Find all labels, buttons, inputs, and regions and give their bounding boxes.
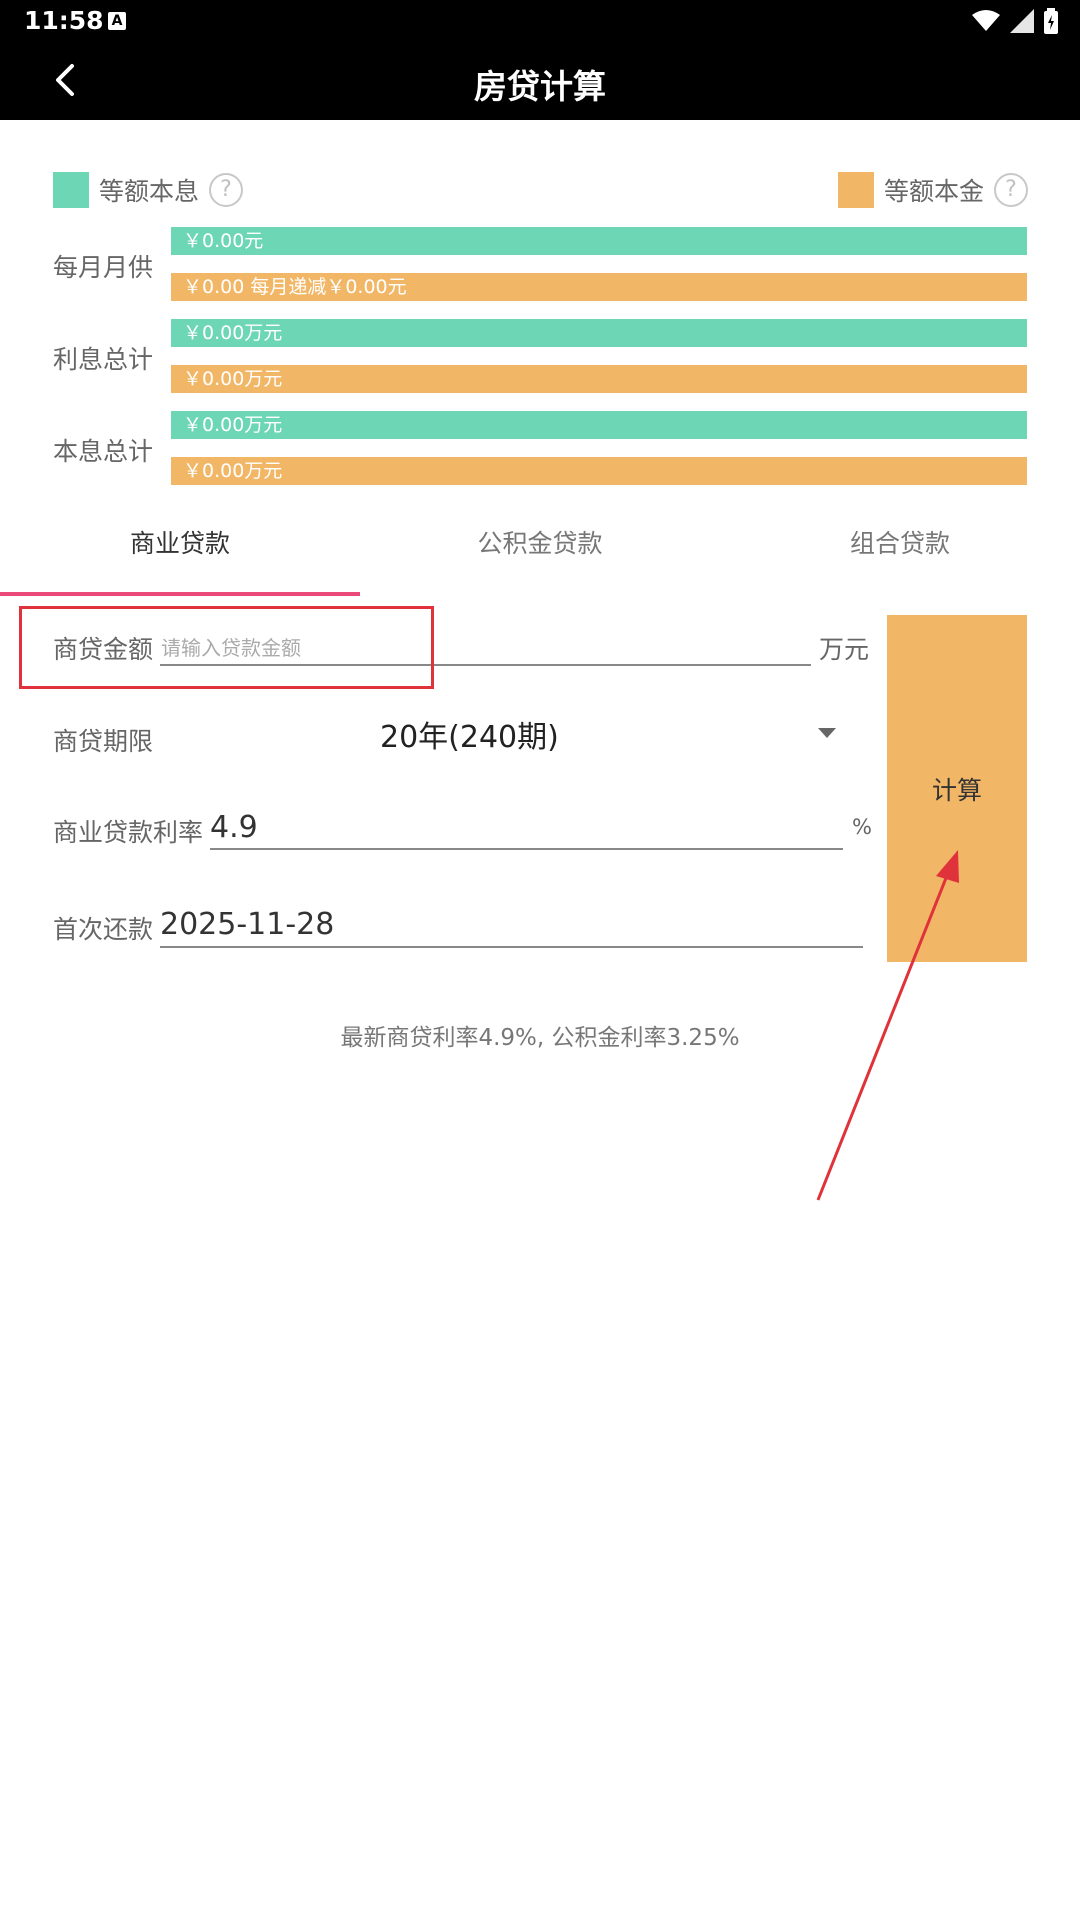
tab-indicator	[0, 592, 360, 596]
total-equal-payment-bar: ￥0.00万元	[171, 411, 1027, 439]
legend-swatch-teal	[53, 172, 89, 208]
status-time: 11:58	[24, 6, 104, 35]
monthly-equal-principal-bar: ￥0.00 每月递减￥0.00元	[171, 273, 1027, 301]
cellular-signal-icon	[1010, 9, 1034, 33]
monthly-equal-payment-bar: ￥0.00元	[171, 227, 1027, 255]
battery-icon	[1044, 8, 1058, 34]
total-equal-principal-bar: ￥0.00万元	[171, 457, 1027, 485]
loan-term-value: 20年(240期)	[380, 720, 559, 755]
legend-equal-principal: 等额本金 ?	[838, 172, 1029, 208]
highlight-box	[19, 606, 434, 689]
legend-equal-payment: 等额本息 ?	[53, 172, 244, 208]
interest-rate-input[interactable]	[210, 805, 810, 849]
legend-label: 等额本息	[99, 177, 200, 206]
legend-swatch-orange	[838, 172, 874, 208]
interest-rate-label: 商业贷款利率	[53, 818, 204, 847]
help-icon[interactable]: ?	[994, 173, 1029, 207]
interest-total-label: 利息总计	[53, 345, 154, 374]
first-payment-label: 首次还款	[53, 915, 154, 944]
page-title: 房贷计算	[474, 67, 606, 106]
first-payment-underline	[160, 946, 863, 948]
interest-rate-unit: %	[852, 815, 872, 839]
accessibility-icon: A	[108, 12, 126, 30]
tab-combined-loan[interactable]: 组合贷款	[720, 524, 1080, 560]
status-icons	[972, 8, 1058, 34]
tab-commercial-loan[interactable]: 商业贷款	[0, 524, 360, 560]
first-payment-date-input[interactable]	[160, 902, 840, 946]
interest-rate-underline	[210, 848, 843, 850]
calculate-button[interactable]: 计算	[887, 615, 1027, 962]
wifi-icon	[972, 10, 1000, 31]
status-bar: 11:58 A	[0, 0, 1080, 42]
dropdown-arrow-icon	[818, 728, 836, 738]
help-icon[interactable]: ?	[209, 173, 244, 207]
loan-term-select[interactable]: 20年(240期)	[380, 710, 840, 760]
tab-provident-fund-loan[interactable]: 公积金贷款	[360, 524, 720, 560]
loan-amount-unit: 万元	[819, 635, 870, 664]
interest-equal-principal-bar: ￥0.00万元	[171, 365, 1027, 393]
app-bar: 房贷计算	[0, 42, 1080, 120]
monthly-payment-label: 每月月供	[53, 253, 154, 282]
interest-equal-payment-bar: ￥0.00万元	[171, 319, 1027, 347]
loan-term-label: 商贷期限	[53, 727, 154, 756]
legend-label: 等额本金	[884, 177, 985, 206]
rate-note: 最新商贷利率4.9%, 公积金利率3.25%	[340, 1025, 740, 1051]
total-label: 本息总计	[53, 437, 154, 466]
